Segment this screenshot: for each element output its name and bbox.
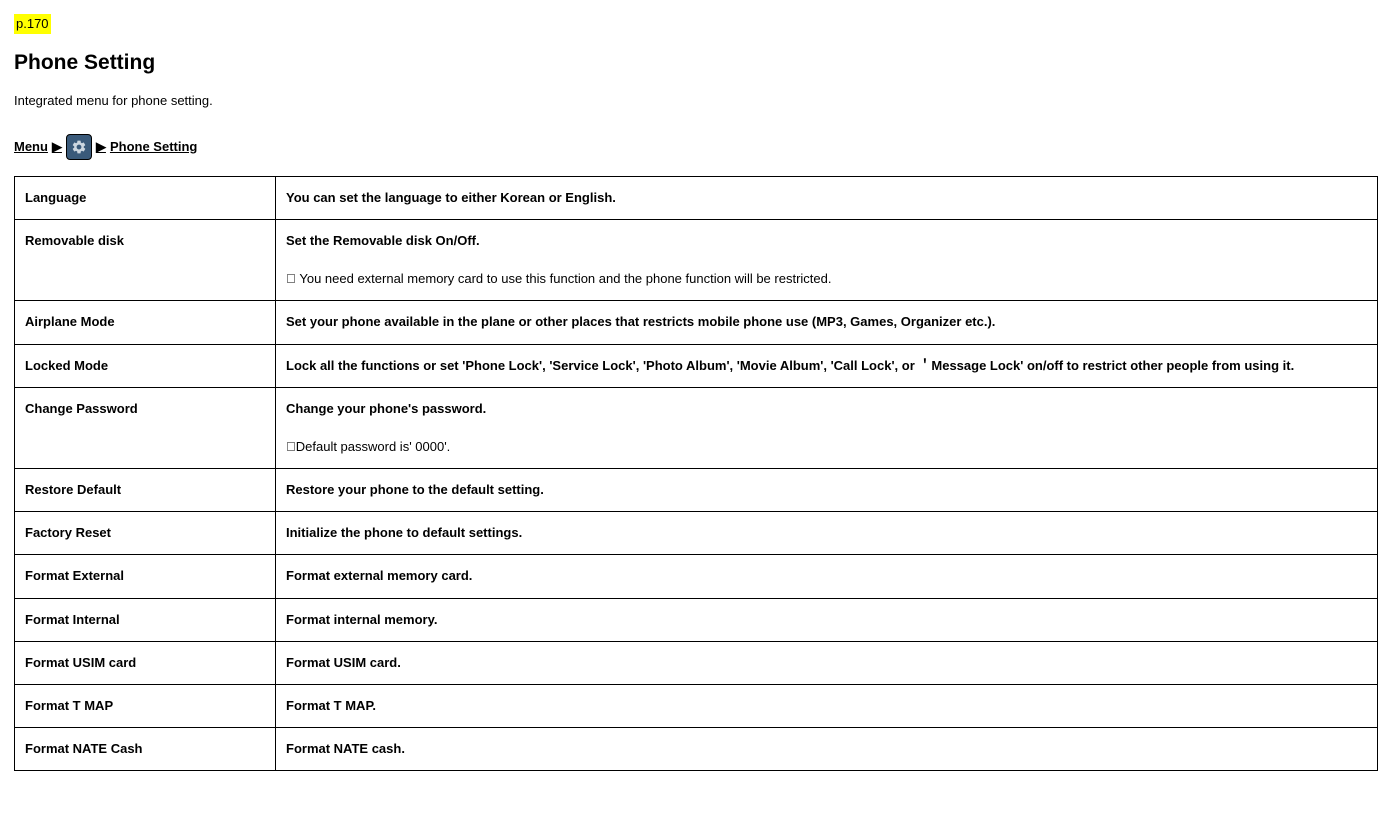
table-row: Format External Format external memory ca… [15,555,1378,598]
table-row: Format NATE Cash Format NATE cash. [15,728,1378,771]
page-title: Phone Setting [14,48,1378,77]
setting-label: Format T MAP [15,685,276,728]
table-row: Format USIM card Format USIM card. [15,641,1378,684]
breadcrumb-phone-setting: Phone Setting [110,138,197,156]
setting-label: Format Internal [15,598,276,641]
setting-label: Format USIM card [15,641,276,684]
table-row: Removable diskSet the Removable disk On/… [15,219,1378,300]
setting-description-main: Lock all the functions or set 'Phone Loc… [286,357,1367,375]
table-row: Language You can set the language to eith… [15,176,1378,219]
setting-description: Format USIM card. [276,641,1378,684]
setting-label: Factory Reset [15,512,276,555]
setting-description: Set your phone available in the plane or… [276,301,1378,344]
setting-description: Initialize the phone to default settings… [276,512,1378,555]
page-number: p.170 [14,14,51,34]
setting-description: Format internal memory. [276,598,1378,641]
setting-label: Language [15,176,276,219]
setting-description-note: 󰠐 You need external memory card to use t… [286,270,1367,288]
setting-description: Format NATE cash. [276,728,1378,771]
breadcrumb: Menu ▶ ▶ Phone Setting [14,134,1378,160]
setting-description-main: Set the Removable disk On/Off. [286,232,1367,250]
setting-description-main: Change your phone's password. [286,400,1367,418]
table-row: Format T MAP Format T MAP. [15,685,1378,728]
setting-description-main: Restore your phone to the default settin… [286,481,1367,499]
table-row: Restore Default Restore your phone to the… [15,469,1378,512]
setting-description: Restore your phone to the default settin… [276,469,1378,512]
table-row: Airplane Mode Set your phone available in… [15,301,1378,344]
setting-description-main: Format NATE cash. [286,740,1367,758]
setting-description: Change your phone's password. 󰠐Default pa… [276,387,1378,468]
table-row: Factory Reset Initialize the phone to def… [15,512,1378,555]
setting-description-main: Format USIM card. [286,654,1367,672]
setting-description-main: Initialize the phone to default settings… [286,524,1367,542]
setting-description-main: Format external memory card. [286,567,1367,585]
breadcrumb-arrow-2: ▶ [96,138,106,156]
setting-label: Removable disk [15,219,276,300]
table-row: Change PasswordChange your phone's passw… [15,387,1378,468]
setting-description: Lock all the functions or set 'Phone Loc… [276,344,1378,387]
setting-description-main: Format internal memory. [286,611,1367,629]
page-subtitle: Integrated menu for phone setting. [14,92,1378,110]
setting-description: Format T MAP. [276,685,1378,728]
setting-description-main: Set your phone available in the plane or… [286,313,1367,331]
setting-label: Format NATE Cash [15,728,276,771]
setting-description-main: You can set the language to either Korea… [286,189,1367,207]
setting-label: Change Password [15,387,276,468]
settings-icon [66,134,92,160]
setting-description: Set the Removable disk On/Off. 󰠐 You need… [276,219,1378,300]
setting-label: Format External [15,555,276,598]
setting-description-main: Format T MAP. [286,697,1367,715]
table-row: Locked Mode Lock all the functions or set… [15,344,1378,387]
setting-label: Locked Mode [15,344,276,387]
setting-description: You can set the language to either Korea… [276,176,1378,219]
setting-description: Format external memory card. [276,555,1378,598]
setting-description-note: 󰠐Default password is' 0000'. [286,438,1367,456]
table-row: Format Internal Format internal memory. [15,598,1378,641]
setting-label: Restore Default [15,469,276,512]
breadcrumb-menu: Menu [14,138,48,156]
breadcrumb-arrow-1: ▶ [52,138,62,156]
settings-table: Language You can set the language to eith… [14,176,1378,772]
setting-label: Airplane Mode [15,301,276,344]
